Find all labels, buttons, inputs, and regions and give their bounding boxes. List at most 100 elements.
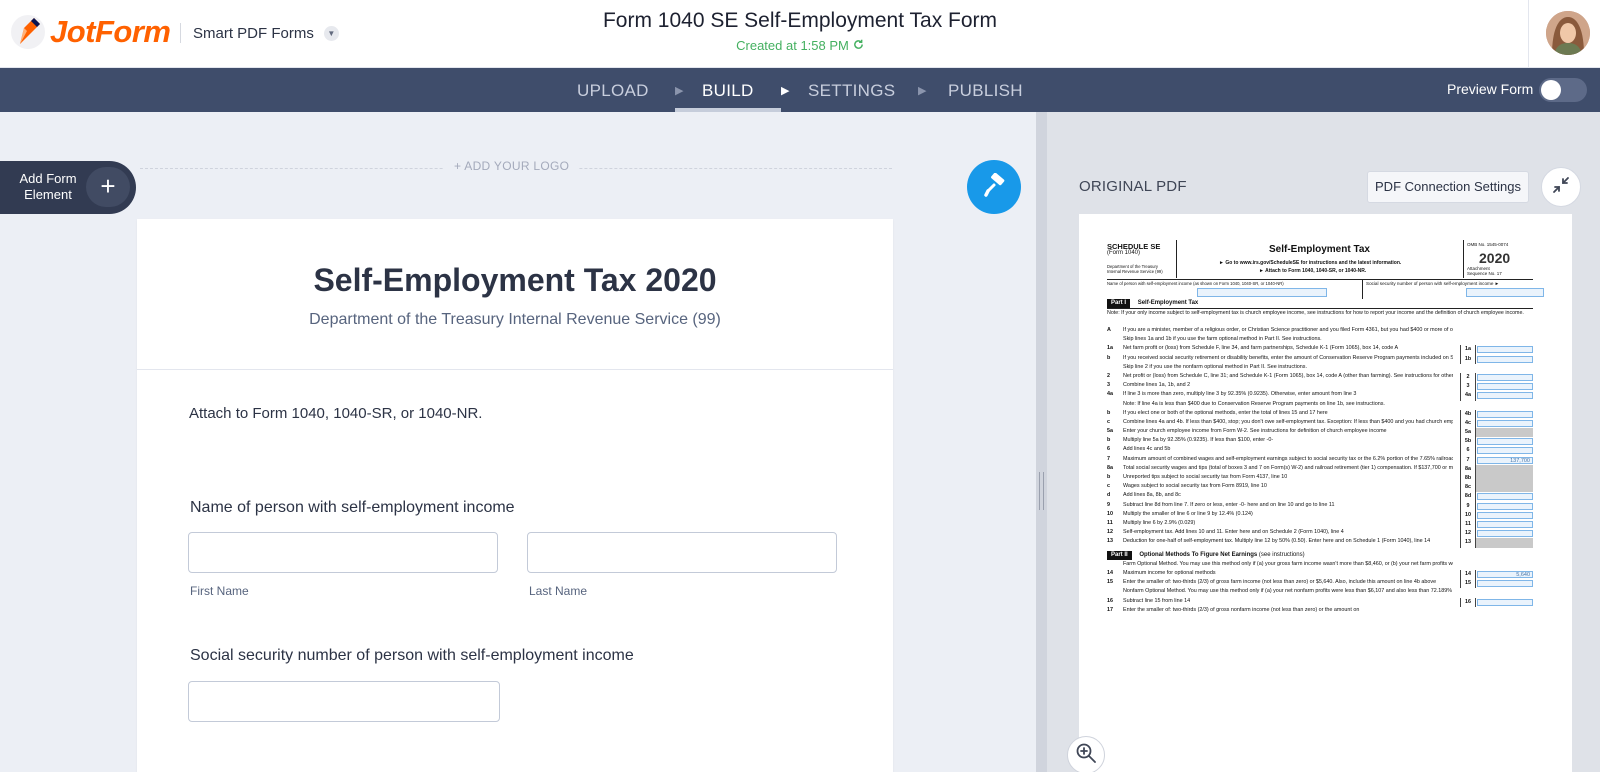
- pdf-line-row: Nonfarm Optional Method. You may use thi…: [1107, 588, 1533, 597]
- pdf-amount-field[interactable]: [1477, 392, 1533, 400]
- pdf-line-code: 12: [1460, 529, 1476, 539]
- pdf-line-text: Combine lines 1a, 1b, and 2: [1123, 382, 1191, 389]
- pdf-line-text: Enter the smaller of: two-thirds (2/3) o…: [1123, 579, 1437, 586]
- pdf-line-row: 9 Subtract line 8d from line 7. If zero o…: [1107, 501, 1533, 511]
- pdf-dept-2: Internal Revenue Service (99): [1107, 269, 1163, 274]
- pdf-amount-field[interactable]: [1477, 598, 1533, 606]
- pdf-note: Note: If your only income subject to sel…: [1107, 310, 1524, 316]
- pdf-line-text: Net farm profit or (loss) from Schedule …: [1123, 345, 1399, 352]
- pdf-line-text: Enter your church employee income from F…: [1123, 428, 1387, 435]
- ssn-question-label: Social security number of person with se…: [190, 647, 634, 664]
- pdf-line-number: 12: [1107, 529, 1113, 536]
- pdf-amount-field[interactable]: 137,700: [1477, 456, 1533, 464]
- pdf-rule: [1107, 279, 1533, 280]
- pdf-amount-field[interactable]: [1477, 383, 1533, 391]
- pdf-line-text: If you elect one or both of the optional…: [1123, 409, 1328, 416]
- chevron-down-icon[interactable]: ▼: [323, 26, 339, 41]
- last-name-input[interactable]: [527, 532, 837, 573]
- pdf-line-code: 2: [1460, 372, 1476, 383]
- pdf-divider: [1463, 240, 1464, 278]
- pdf-amount-field[interactable]: [1477, 346, 1533, 354]
- pdf-lines-part1: A If you are a minister, member of a reli…: [1107, 327, 1533, 548]
- original-pdf-label: ORIGINAL PDF: [1079, 178, 1187, 195]
- pdf-line-number: 16: [1107, 597, 1113, 604]
- pdf-amount-field[interactable]: [1477, 419, 1533, 427]
- brand-name: JotForm: [50, 14, 171, 49]
- first-name-input[interactable]: [188, 532, 498, 573]
- pdf-line-code: 15: [1460, 579, 1476, 589]
- pdf-line-code: 16: [1460, 597, 1476, 607]
- pdf-part1-bar: Part I Self-Employment Tax: [1107, 299, 1533, 308]
- pdf-line-text: Maximum income for optional methods: [1123, 569, 1216, 576]
- pdf-line-code: 6: [1460, 446, 1476, 456]
- user-avatar[interactable]: [1546, 11, 1590, 55]
- tab-build[interactable]: BUILD: [702, 68, 754, 112]
- pdf-line-code: 13: [1460, 538, 1476, 548]
- panel-splitter[interactable]: [1036, 112, 1047, 772]
- pdf-line-number: b: [1107, 354, 1111, 361]
- pdf-connection-settings-button[interactable]: PDF Connection Settings: [1367, 171, 1529, 203]
- pdf-amount-field[interactable]: [1477, 493, 1533, 501]
- refresh-icon[interactable]: [853, 38, 864, 53]
- preview-form-toggle[interactable]: [1539, 78, 1587, 102]
- pdf-name-label: Name of person with self-employment inco…: [1107, 281, 1284, 286]
- pdf-amount-field[interactable]: [1477, 447, 1533, 455]
- plus-icon[interactable]: +: [86, 167, 130, 207]
- pdf-amount-field[interactable]: [1477, 511, 1533, 519]
- pdf-line-number: 11: [1107, 519, 1113, 526]
- pdf-line-number: 10: [1107, 510, 1113, 517]
- pdf-ssn-field[interactable]: [1466, 288, 1544, 297]
- pdf-amount-field[interactable]: [1477, 580, 1533, 588]
- zoom-in-button[interactable]: [1067, 736, 1105, 772]
- product-switcher[interactable]: Smart PDF Forms ▼: [193, 25, 339, 42]
- jotform-logo[interactable]: JotForm: [10, 14, 171, 50]
- pdf-line-row: Note: If line 4a is less than $400 due t…: [1107, 401, 1533, 410]
- add-logo-button[interactable]: + ADD YOUR LOGO: [444, 159, 580, 173]
- pdf-amount-field[interactable]: [1477, 520, 1533, 528]
- pdf-name-field[interactable]: [1197, 288, 1327, 297]
- tab-upload[interactable]: UPLOAD: [577, 68, 649, 112]
- pdf-amount-field[interactable]: [1477, 530, 1533, 538]
- pdf-line-code: 11: [1460, 519, 1476, 530]
- pdf-page-preview: SCHEDULE SE (Form 1040) Department of th…: [1079, 214, 1572, 772]
- collapse-panel-button[interactable]: [1541, 167, 1581, 207]
- pdf-line-row: 16 Subtract line 15 from line 14 16: [1107, 597, 1533, 607]
- pdf-line-text: If line 3 is more than zero, multiply li…: [1123, 391, 1357, 398]
- form-card: Self-Employment Tax 2020 Department of t…: [137, 219, 893, 772]
- pdf-amount-field[interactable]: [1477, 373, 1533, 381]
- pdf-line-code: 4c: [1460, 418, 1476, 429]
- pdf-line-number: A: [1107, 327, 1111, 333]
- header-divider: [180, 23, 181, 43]
- attach-text[interactable]: Attach to Form 1040, 1040-SR, or 1040-NR…: [189, 405, 482, 422]
- pdf-omb: OMB No. 1545-0074: [1467, 242, 1509, 247]
- pdf-line-text: Subtract line 8d from line 7. If zero or…: [1123, 501, 1335, 508]
- splitter-grip-icon[interactable]: [1039, 472, 1044, 510]
- pdf-line-text: Farm Optional Method. You may use this m…: [1123, 560, 1453, 567]
- pdf-line-number: c: [1107, 418, 1110, 425]
- pdf-line-number: 5a: [1107, 428, 1113, 435]
- form-title[interactable]: Form 1040 SE Self-Employment Tax Form: [500, 9, 1100, 33]
- tab-settings[interactable]: SETTINGS: [808, 68, 895, 112]
- pdf-line-number: 17: [1107, 606, 1113, 613]
- form-header[interactable]: Self-Employment Tax 2020 Department of t…: [137, 219, 893, 370]
- pdf-line-code: 10: [1460, 510, 1476, 520]
- pdf-line-text: Note: If line 4a is less than $400 due t…: [1123, 400, 1385, 407]
- wizard-nav: UPLOAD ▶ BUILD ▶ SETTINGS ▶ PUBLISH Prev…: [0, 68, 1600, 112]
- pdf-line-row: 1a Net farm profit or (loss) from Schedul…: [1107, 345, 1533, 355]
- ssn-input[interactable]: [188, 681, 500, 722]
- pdf-part2-bar: Part II Optional Methods To Figure Net E…: [1107, 550, 1533, 560]
- pdf-line-number: 6: [1107, 446, 1110, 453]
- pdf-amount-field[interactable]: 5,640: [1477, 570, 1533, 578]
- pdf-line-row: 7 Maximum amount of combined wages and se…: [1107, 455, 1533, 465]
- pdf-line-text: Add lines 4c and 5b: [1123, 446, 1171, 453]
- tab-publish[interactable]: PUBLISH: [948, 68, 1023, 112]
- pdf-line-row: 2 Net profit or (loss) from Schedule C, l…: [1107, 372, 1533, 383]
- add-form-element-button[interactable]: Add Form Element +: [0, 161, 136, 214]
- form-designer-button[interactable]: [967, 160, 1021, 214]
- pdf-amount-field[interactable]: [1477, 438, 1533, 446]
- pdf-amount-field[interactable]: [1477, 355, 1533, 363]
- pdf-line-row: 11 Multiply line 6 by 2.9% (0.029) 11: [1107, 519, 1533, 530]
- pdf-amount-field[interactable]: [1477, 502, 1533, 510]
- pdf-rule: [1107, 308, 1533, 309]
- pdf-amount-field[interactable]: [1477, 410, 1533, 418]
